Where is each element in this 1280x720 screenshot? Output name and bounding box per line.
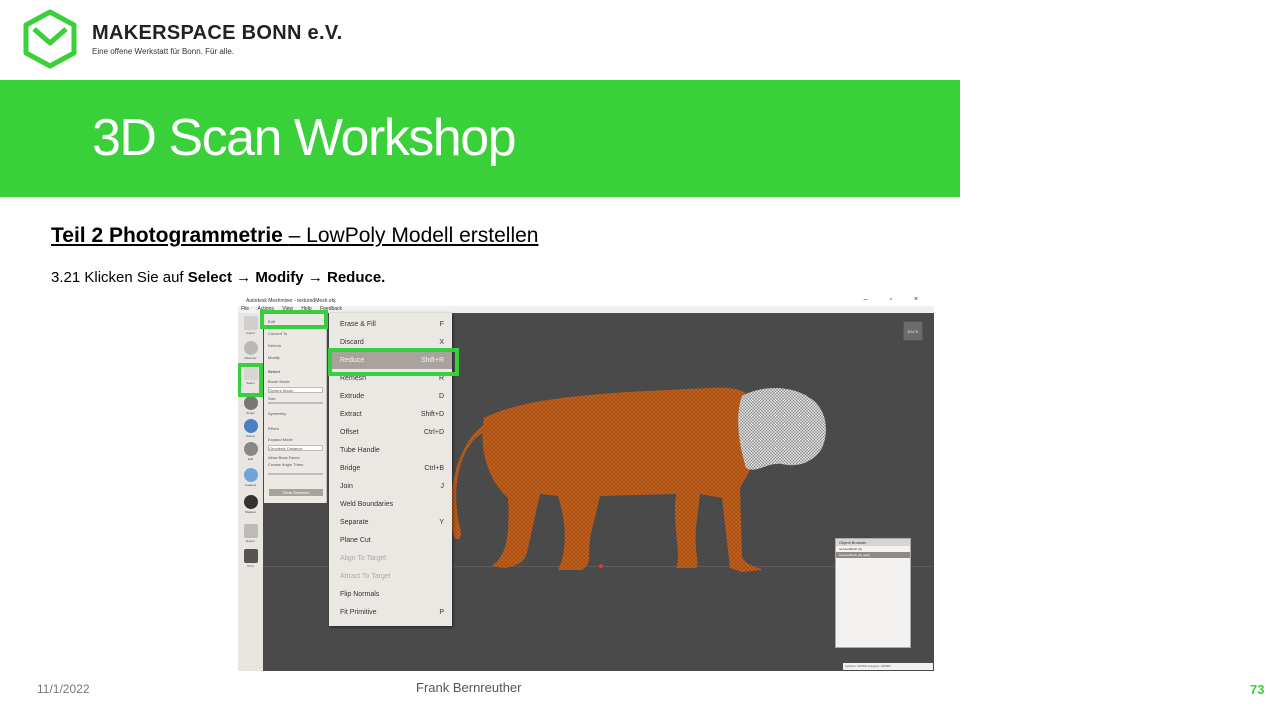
arrow-icon: → [307, 269, 323, 286]
tiger-mesh-model[interactable] [450, 378, 834, 578]
panel-deform[interactable]: Deform [268, 343, 323, 349]
brush-mode-label: Brush Mode [268, 379, 290, 384]
panel-select-header: Select [268, 369, 280, 374]
footer-date: 11/1/2022 [37, 682, 90, 696]
menu-item-plane-cut[interactable]: Plane Cut [329, 532, 452, 549]
step-modify: Modify [255, 269, 304, 286]
menu-file[interactable]: File [241, 306, 249, 312]
menu-item-attract-to-target: Attract To Target [340, 573, 391, 580]
menu-item-extrude[interactable]: Extrude D [329, 388, 452, 405]
window-titlebar: Autodesk Meshmixer - texturedMesh.obj – … [238, 296, 934, 306]
object-browser-title: Object Browser [836, 539, 910, 546]
menu-item-tube-handle[interactable]: Tube Handle [329, 442, 452, 459]
tool-analysis[interactable]: Analysis [241, 468, 260, 492]
export-icon [243, 524, 258, 538]
tool-shaders[interactable]: Shaders [241, 495, 260, 519]
step-prefix: 3.21 Klicken Sie auf [51, 269, 188, 286]
arrow-icon: → [236, 269, 252, 286]
menu-item-weld-boundaries[interactable]: Weld Boundaries [329, 496, 452, 513]
brand-tagline: Eine offene Werkstatt für Bonn. Für alle… [92, 47, 234, 56]
subtitle-rest: – LowPoly Modell erstellen [288, 224, 539, 247]
edit-icon [243, 442, 258, 456]
makerspace-logo [23, 9, 77, 69]
menu-item-fit-primitive[interactable]: Fit Primitive P [329, 604, 452, 621]
view-cube[interactable]: BACK [903, 321, 923, 341]
menu-item-flip-normals[interactable]: Flip Normals [329, 586, 452, 603]
object-browser: Object Browser texturedMesh.obj textured… [835, 538, 911, 648]
tool-sculpt[interactable]: Sculpt [241, 396, 260, 420]
symmetry-checkbox[interactable]: Symmetry [268, 411, 323, 417]
panel-convert[interactable]: Convert To [268, 331, 323, 337]
crease-angle-slider[interactable] [268, 473, 323, 475]
window-title: Autodesk Meshmixer - texturedMesh.obj [246, 298, 336, 304]
menu-item-align-to-target: Align To Target [340, 555, 387, 562]
tool-export[interactable]: Export [241, 524, 260, 548]
expand-mode-select[interactable]: Geodesic Distance [268, 445, 323, 451]
brand: MAKERSPACE BONN e.V. Eine offene Werksta… [92, 22, 343, 56]
select-panel: Edit Convert To Deform Modify Select Bru… [264, 313, 327, 503]
filters-header[interactable]: Filters [268, 426, 323, 432]
tool-import[interactable]: Import [241, 316, 260, 340]
meshmixer-screenshot: BACK Autodesk Meshmixer - texturedMesh.o… [238, 296, 934, 671]
page-number: 73 [1250, 682, 1265, 697]
panel-modify[interactable]: Modify [268, 355, 323, 361]
instruction-step: 3.21 Klicken Sie auf Select → Modify → R… [51, 269, 385, 286]
footer-author: Frank Bernreuther [416, 680, 522, 695]
pivot-marker [599, 564, 603, 568]
menu-bar: File Actions View Help Feedback [238, 306, 934, 313]
size-slider[interactable] [268, 402, 323, 404]
crease-angle-label: Crease Angle Thres [268, 462, 304, 467]
highlight-reduce-item [328, 348, 459, 376]
status-bar: vertices: 120000 triangles: 240000 [843, 663, 933, 670]
menu-item-bridge[interactable]: Bridge Ctrl+B [329, 460, 452, 477]
brush-mode-select[interactable]: Sphere Brush [268, 387, 323, 393]
tool-meshmix[interactable]: Meshmix [241, 341, 260, 365]
step-reduce: Reduce. [326, 269, 386, 286]
section-subtitle: Teil 2 Photogrammetrie – LowPoly Modell … [51, 224, 538, 248]
subtitle-bold: Teil 2 Photogrammetrie [51, 224, 289, 247]
menu-item-join[interactable]: Join J [329, 478, 452, 495]
step-select: Select [187, 269, 232, 286]
tool-edit[interactable]: Edit [241, 442, 260, 466]
menu-item-separate[interactable]: Separate Y [329, 514, 452, 531]
allow-back-faces-checkbox[interactable]: Allow Back Faces [268, 455, 323, 461]
sphere-icon [243, 341, 258, 355]
highlight-select-tool [238, 363, 263, 397]
print-icon [243, 549, 258, 563]
menu-item-extract[interactable]: Extract Shift+D [329, 406, 452, 423]
highlight-modify-item [260, 310, 328, 329]
tool-stamp[interactable]: Stamp [241, 419, 260, 443]
object-item-selected[interactable]: texturedMesh.obj (part) [836, 552, 910, 558]
window-controls[interactable]: – ▫ × [864, 296, 928, 303]
menu-item-erase-fill[interactable]: Erase & Fill F [329, 316, 452, 333]
tool-print[interactable]: Print [241, 549, 260, 573]
plus-icon [243, 316, 258, 330]
menu-item-offset[interactable]: Offset Ctrl+D [329, 424, 452, 441]
shaders-icon [243, 495, 258, 509]
analysis-icon [243, 468, 258, 482]
brand-name: MAKERSPACE BONN e.V. [92, 22, 343, 44]
title-banner: 3D Scan Workshop [0, 80, 960, 197]
stamp-icon [243, 419, 258, 433]
slide-title: 3D Scan Workshop [92, 109, 517, 167]
brush-icon [243, 396, 258, 410]
expand-mode-label: Expand Mode [268, 437, 293, 442]
clear-selection-button[interactable]: Clear Selection [269, 489, 323, 496]
